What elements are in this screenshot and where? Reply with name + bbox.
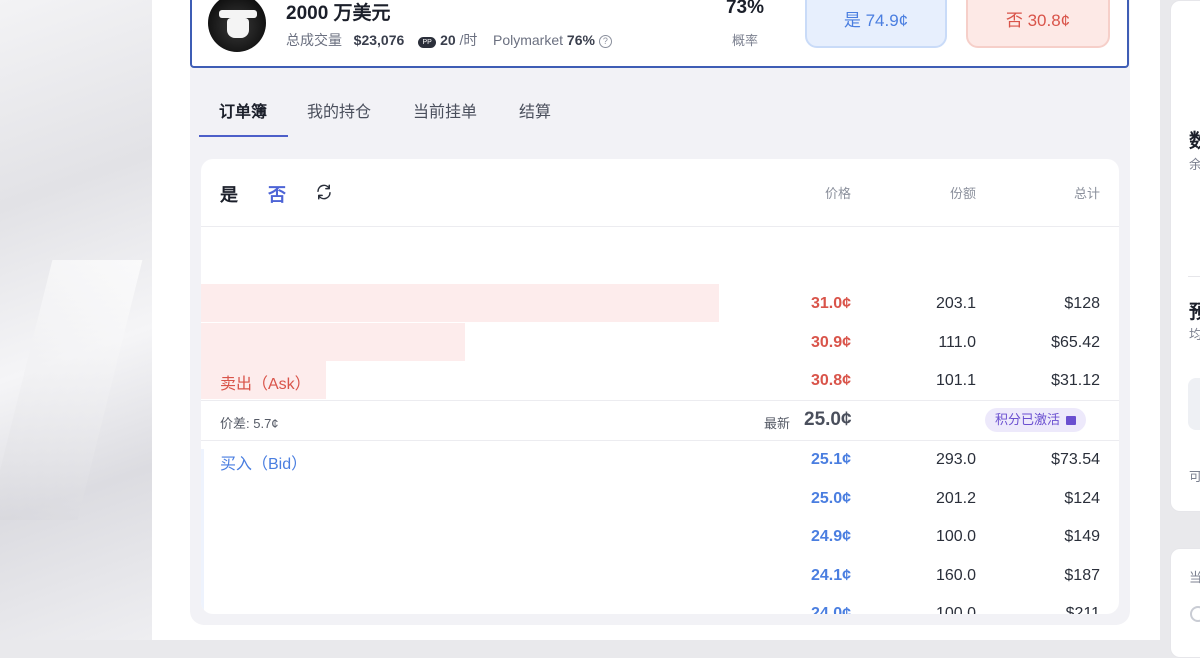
ask-shares: 203.1	[935, 295, 976, 312]
bid-shares: 293.0	[935, 451, 976, 468]
bid-shares: 100.0	[935, 605, 976, 614]
face-icon	[227, 18, 249, 38]
ask-total: $31.12	[1051, 372, 1100, 389]
side-card-input[interactable]	[1188, 378, 1200, 430]
refresh-icon[interactable]	[315, 183, 333, 201]
bid-total: $149	[1064, 528, 1100, 545]
spread-value: 价差: 5.7¢	[220, 416, 279, 431]
column-shares: 份额	[949, 186, 976, 201]
tab-orderbook[interactable]: 订单簿	[219, 98, 267, 122]
buy-yes-button[interactable]: 是 74.9¢	[805, 0, 947, 48]
bid-shares: 100.0	[935, 528, 976, 545]
points-active-badge[interactable]: 积分已激活	[985, 408, 1087, 432]
side-card-label: 当	[1189, 570, 1200, 585]
background-left	[0, 0, 152, 640]
bid-shares: 201.2	[935, 489, 976, 507]
orderbook-header: 是 否 价格 份额 总计	[201, 159, 1119, 227]
active-tab-indicator	[199, 135, 288, 137]
side-card-current	[1170, 548, 1200, 658]
hat-icon	[219, 10, 257, 18]
avatar-placeholder-icon	[1190, 606, 1200, 622]
volume-value: $23,076	[353, 32, 405, 48]
spread-row: 价差: 5.7¢ 最新 25.0¢ 积分已激活	[201, 400, 1119, 441]
side-card-subtitle: 余	[1189, 157, 1200, 172]
tab-settlement[interactable]: 结算	[519, 98, 551, 122]
bid-price: 24.9¢	[810, 528, 851, 545]
rate-value: 20	[440, 32, 456, 48]
market-meta: 总成交量 $23,076 PP 20 /时 Polymarket 76% ?	[286, 30, 612, 50]
points-badge-label: 积分已激活	[995, 412, 1061, 427]
market-title: 2000 万美元	[286, 3, 391, 24]
column-total: 总计	[1073, 186, 1100, 201]
probability-value: 73%	[725, 0, 765, 18]
bid-price: 25.0¢	[810, 489, 851, 507]
column-price: 价格	[824, 186, 851, 201]
ask-shares: 111.0	[938, 333, 976, 351]
ask-depth-bar	[201, 284, 719, 322]
tab-positions[interactable]: 我的持仓	[307, 98, 371, 122]
side-card-divider	[1188, 276, 1200, 277]
bid-total: $73.54	[1051, 451, 1100, 468]
source-value: 76%	[566, 32, 595, 48]
bid-price: 25.1¢	[810, 451, 851, 468]
ask-price: 30.9¢	[810, 333, 851, 351]
side-card-subtitle-2: 均	[1189, 327, 1200, 342]
bid-price: 24.1¢	[810, 566, 851, 584]
ask-label: 卖出（Ask）	[220, 376, 311, 393]
source-label: Polymarket	[492, 32, 564, 48]
probability-label: 概率	[731, 33, 758, 48]
ask-price: 30.8¢	[810, 372, 851, 389]
bid-depth-bar	[201, 449, 204, 614]
side-card-title-2: 预	[1189, 302, 1200, 323]
help-icon[interactable]: ?	[598, 35, 612, 48]
bid-total: $211	[1065, 605, 1100, 614]
side-card-summary	[1170, 0, 1200, 512]
ask-total: $128	[1064, 295, 1100, 312]
buy-no-button[interactable]: 否 30.8¢	[966, 0, 1110, 48]
tab-open-orders[interactable]: 当前挂单	[413, 98, 477, 122]
bid-label: 买入（Bid）	[220, 456, 308, 473]
side-toggle-yes[interactable]: 是	[220, 181, 238, 207]
bid-shares: 160.0	[935, 566, 976, 584]
latest-price: 25.0¢	[804, 409, 852, 430]
volume-label: 总成交量	[286, 32, 342, 48]
ask-depth-bar	[201, 322, 465, 361]
orderbook-card: 是 否 价格 份额 总计 31.0¢ 203.1 $128 30.9¢ 111.0 $65…	[201, 159, 1119, 614]
rate-unit: /时	[459, 32, 478, 48]
bid-total: $124	[1064, 489, 1100, 507]
points-icon: PP	[418, 37, 437, 48]
gift-icon	[1066, 416, 1077, 425]
latest-label: 最新	[764, 416, 791, 431]
side-toggle-no[interactable]: 否	[268, 181, 286, 207]
ask-shares: 101.1	[935, 372, 976, 389]
bid-price: 24.0¢	[810, 605, 851, 614]
side-card-note: 可	[1189, 469, 1200, 484]
bid-total: $187	[1064, 566, 1100, 584]
ask-total: $65.42	[1051, 333, 1100, 351]
ask-price: 31.0¢	[810, 295, 851, 312]
side-card-title: 数	[1189, 131, 1200, 152]
